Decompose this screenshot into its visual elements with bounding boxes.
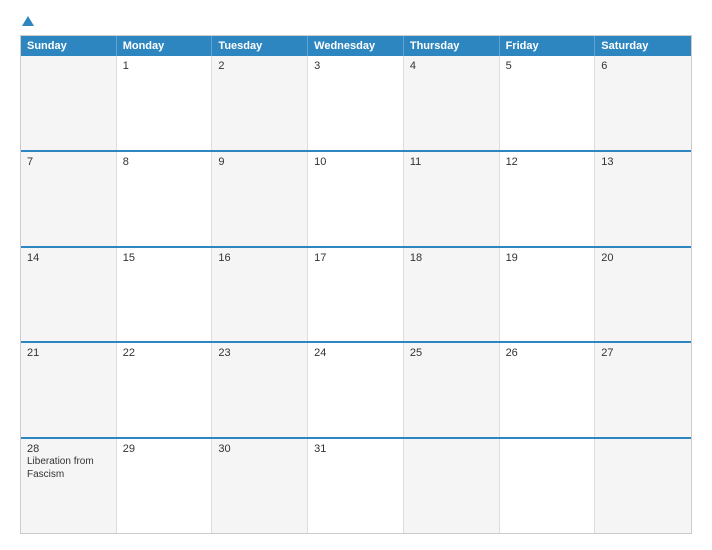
day-number: 21 — [27, 347, 110, 359]
calendar-week-5: 28Liberation from Fascism 29 30 31 — [21, 439, 691, 533]
calendar-header-row: SundayMondayTuesdayWednesdayThursdayFrid… — [21, 36, 691, 56]
day-number: 12 — [506, 156, 589, 168]
calendar-day: 5 — [500, 56, 596, 150]
calendar-day: 11 — [404, 152, 500, 246]
day-number: 25 — [410, 347, 493, 359]
day-number: 15 — [123, 252, 206, 264]
calendar-day: 8 — [117, 152, 213, 246]
calendar-body: 1234567891011121314151617181920212223242… — [21, 56, 691, 533]
calendar-day: 20 — [595, 248, 691, 342]
header-day-saturday: Saturday — [595, 36, 691, 56]
calendar-day: 29 — [117, 439, 213, 533]
day-number: 7 — [27, 156, 110, 168]
calendar-week-1: 123456 — [21, 56, 691, 152]
day-number: 1 — [123, 60, 206, 72]
day-number: 30 — [218, 443, 301, 455]
day-number: 9 — [218, 156, 301, 168]
day-number: 13 — [601, 156, 685, 168]
logo-blue-text — [20, 16, 34, 27]
calendar-header — [20, 16, 692, 27]
calendar-day: 15 — [117, 248, 213, 342]
day-number: 4 — [410, 60, 493, 72]
day-number: 17 — [314, 252, 397, 264]
calendar-day — [500, 439, 596, 533]
calendar: SundayMondayTuesdayWednesdayThursdayFrid… — [20, 35, 692, 534]
calendar-day: 7 — [21, 152, 117, 246]
calendar-week-4: 21 22 23 24 25 26 27 — [21, 343, 691, 439]
calendar-day: 25 — [404, 343, 500, 437]
day-number: 11 — [410, 156, 493, 168]
calendar-day: 18 — [404, 248, 500, 342]
header-day-sunday: Sunday — [21, 36, 117, 56]
calendar-day: 14 — [21, 248, 117, 342]
calendar-day: 31 — [308, 439, 404, 533]
header-day-wednesday: Wednesday — [308, 36, 404, 56]
day-number: 6 — [601, 60, 685, 72]
day-number: 3 — [314, 60, 397, 72]
day-number: 28 — [27, 443, 110, 455]
calendar-day: 21 — [21, 343, 117, 437]
day-number: 26 — [506, 347, 589, 359]
calendar-day — [404, 439, 500, 533]
calendar-day: 1 — [117, 56, 213, 150]
header-day-tuesday: Tuesday — [212, 36, 308, 56]
day-number: 23 — [218, 347, 301, 359]
day-event: Liberation from Fascism — [27, 456, 94, 480]
day-number: 16 — [218, 252, 301, 264]
day-number: 27 — [601, 347, 685, 359]
calendar-day: 28Liberation from Fascism — [21, 439, 117, 533]
calendar-day: 10 — [308, 152, 404, 246]
calendar-day: 12 — [500, 152, 596, 246]
calendar-day: 9 — [212, 152, 308, 246]
day-number: 18 — [410, 252, 493, 264]
header-day-friday: Friday — [500, 36, 596, 56]
calendar-day: 30 — [212, 439, 308, 533]
logo-triangle-icon — [22, 16, 34, 26]
calendar-day: 22 — [117, 343, 213, 437]
calendar-week-2: 7 89 10 11 12 13 — [21, 152, 691, 248]
day-number: 29 — [123, 443, 206, 455]
day-number: 20 — [601, 252, 685, 264]
calendar-day — [21, 56, 117, 150]
header-day-thursday: Thursday — [404, 36, 500, 56]
calendar-day: 16 — [212, 248, 308, 342]
calendar-day: 19 — [500, 248, 596, 342]
day-number: 24 — [314, 347, 397, 359]
day-number: 19 — [506, 252, 589, 264]
calendar-day: 27 — [595, 343, 691, 437]
calendar-day: 6 — [595, 56, 691, 150]
day-number: 5 — [506, 60, 589, 72]
calendar-day: 23 — [212, 343, 308, 437]
calendar-day: 3 — [308, 56, 404, 150]
day-number: 2 — [218, 60, 301, 72]
calendar-day — [595, 439, 691, 533]
calendar-day: 17 — [308, 248, 404, 342]
calendar-day: 13 — [595, 152, 691, 246]
header-day-monday: Monday — [117, 36, 213, 56]
calendar-day: 2 — [212, 56, 308, 150]
day-number: 31 — [314, 443, 397, 455]
day-number: 8 — [123, 156, 206, 168]
calendar-day: 4 — [404, 56, 500, 150]
day-number: 22 — [123, 347, 206, 359]
logo — [20, 16, 34, 27]
day-number: 10 — [314, 156, 397, 168]
calendar-week-3: 14 15 16 17 18 19 20 — [21, 248, 691, 344]
calendar-day: 24 — [308, 343, 404, 437]
day-number: 14 — [27, 252, 110, 264]
calendar-day: 26 — [500, 343, 596, 437]
